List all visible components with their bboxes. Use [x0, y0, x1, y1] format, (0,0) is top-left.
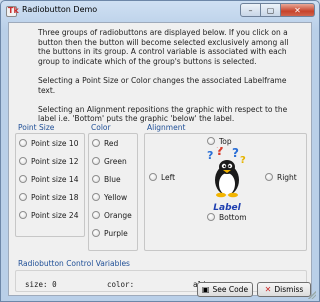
- minimize-button[interactable]: –: [240, 3, 261, 17]
- radio-label: Purple: [104, 228, 128, 238]
- radio-label: Top: [219, 136, 232, 146]
- radio-label: Left: [161, 172, 176, 182]
- size-variable: size: 0: [25, 280, 57, 290]
- intro-text: Three groups of radiobuttons are display…: [38, 28, 303, 134]
- radio-label: Green: [104, 156, 127, 166]
- radio-indicator: [207, 137, 215, 145]
- radio-label: Point size 14: [31, 174, 79, 184]
- code-icon: ▣: [201, 285, 210, 294]
- dismiss-label: Dismiss: [274, 285, 304, 294]
- radio-label: Yellow: [104, 192, 128, 202]
- penguin-question-icon: ? ? ? ? Label: [207, 147, 246, 213]
- svg-text:?: ?: [240, 155, 246, 166]
- radio-indicator: [92, 139, 100, 147]
- radio-indicator: [19, 193, 27, 201]
- svg-text:?: ?: [232, 147, 239, 160]
- radio-indicator: [149, 173, 157, 181]
- client-area: Three groups of radiobuttons are display…: [8, 22, 312, 296]
- point-size-group-label: Point Size: [18, 123, 55, 132]
- radio-align-top[interactable]: Top: [207, 136, 232, 146]
- radio-point-size-12[interactable]: Point size 12: [19, 156, 78, 166]
- control-variables-label: Radiobutton Control Variables: [18, 259, 130, 268]
- radio-label: Blue: [104, 174, 121, 184]
- radio-color-red[interactable]: Red: [92, 138, 118, 148]
- alignment-image-label: Label: [213, 203, 241, 213]
- intro-paragraph-1: Three groups of radiobuttons are display…: [38, 28, 289, 66]
- radio-indicator: [92, 157, 100, 165]
- radio-indicator: [19, 211, 27, 219]
- radio-color-green[interactable]: Green: [92, 156, 127, 166]
- size-variable-label: size:: [25, 280, 48, 289]
- radio-align-left[interactable]: Left: [149, 172, 175, 182]
- radio-color-purple[interactable]: Purple: [92, 228, 128, 238]
- radio-indicator: [92, 229, 100, 237]
- intro-paragraph-2: Selecting a Point Size or Color changes …: [38, 75, 287, 95]
- dismiss-x-icon: ✕: [264, 285, 272, 294]
- see-code-button[interactable]: ▣ See Code: [197, 282, 253, 297]
- color-variable-label: color:: [107, 280, 135, 289]
- radio-indicator: [92, 193, 100, 201]
- maximize-button[interactable]: ▢: [261, 3, 281, 17]
- radio-indicator: [92, 211, 100, 219]
- color-variable: color:: [107, 280, 134, 290]
- dismiss-button[interactable]: ✕ Dismiss: [257, 282, 311, 297]
- svg-text:?: ?: [207, 149, 213, 162]
- radio-point-size-18[interactable]: Point size 18: [19, 192, 78, 202]
- window-title: Radiobutton Demo: [22, 5, 98, 14]
- color-group: Red Green Blue Yellow Orange Purple: [88, 133, 138, 251]
- radio-point-size-10[interactable]: Point size 10: [19, 138, 78, 148]
- color-group-label: Color: [91, 123, 111, 132]
- radio-label: Point size 18: [31, 192, 79, 202]
- radio-point-size-14[interactable]: Point size 14: [19, 174, 78, 184]
- radio-label: Right: [277, 172, 297, 182]
- radio-label: Point size 10: [31, 138, 79, 148]
- radio-label: Orange: [104, 210, 132, 220]
- radio-indicator: [19, 139, 27, 147]
- close-icon: ✕: [294, 5, 301, 15]
- radio-indicator: [92, 175, 100, 183]
- tk-feather-icon: Tk: [6, 6, 19, 17]
- radio-label: Red: [104, 138, 119, 148]
- radio-label: Point size 24: [31, 210, 79, 220]
- radio-color-yellow[interactable]: Yellow: [92, 192, 127, 202]
- svg-text:?: ?: [216, 147, 224, 159]
- radiobutton-demo-window: Tk Radiobutton Demo – ▢ ✕ Three groups o…: [0, 0, 320, 302]
- radio-color-blue[interactable]: Blue: [92, 174, 121, 184]
- radio-point-size-24[interactable]: Point size 24: [19, 210, 78, 220]
- resize-grip[interactable]: [308, 291, 316, 299]
- title-bar[interactable]: Tk Radiobutton Demo – ▢ ✕: [1, 1, 319, 21]
- see-code-label: See Code: [212, 285, 249, 294]
- radio-indicator: [19, 157, 27, 165]
- radio-indicator: [265, 173, 273, 181]
- close-button[interactable]: ✕: [281, 3, 315, 17]
- radio-indicator: [19, 175, 27, 183]
- alignment-group-label: Alignment: [147, 123, 186, 132]
- minimize-icon: –: [248, 5, 253, 15]
- radio-align-right[interactable]: Right: [265, 172, 297, 182]
- radio-label: Point size 12: [31, 156, 79, 166]
- size-variable-value: 0: [52, 280, 57, 289]
- point-size-group: Point size 10 Point size 12 Point size 1…: [15, 133, 85, 237]
- maximize-icon: ▢: [266, 5, 275, 15]
- intro-paragraph-3: Selecting an Alignment repositions the g…: [38, 104, 288, 124]
- radio-color-orange[interactable]: Orange: [92, 210, 132, 220]
